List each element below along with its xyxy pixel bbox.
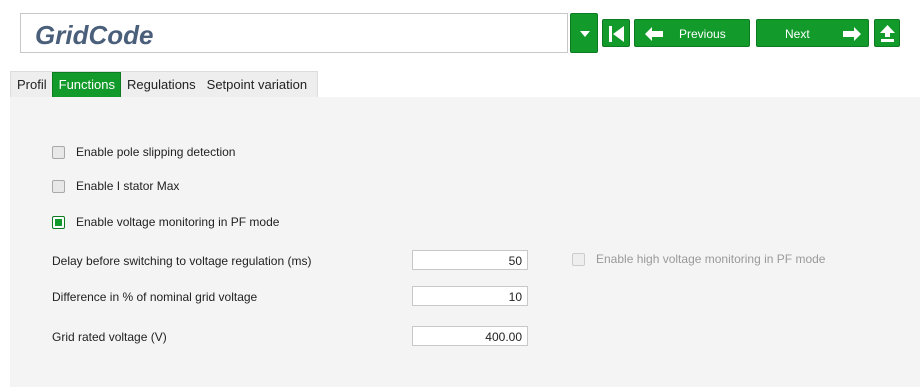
tab-group: Profil Functions Regulations Setpoint va… <box>10 71 319 98</box>
delay-input[interactable]: 50 <box>412 250 528 270</box>
arrow-left-icon <box>645 27 663 41</box>
i-stator-max-row[interactable]: Enable I stator Max <box>52 179 179 193</box>
high-voltage-monitoring-checkbox <box>572 252 585 266</box>
voltage-monitoring-row[interactable]: Enable voltage monitoring in PF mode <box>52 215 279 229</box>
difference-input[interactable]: 10 <box>412 286 528 306</box>
i-stator-max-label: Enable I stator Max <box>76 179 180 193</box>
dropdown-button[interactable] <box>570 13 598 53</box>
tab-regulations[interactable]: Regulations <box>121 72 201 98</box>
arrow-right-icon <box>843 27 861 41</box>
high-voltage-monitoring-row: Enable high voltage monitoring in PF mod… <box>572 252 825 266</box>
functions-panel: Enable pole slipping detection Enable I … <box>10 97 920 387</box>
voltage-monitoring-checkbox[interactable] <box>52 215 65 229</box>
delay-label: Delay before switching to voltage regula… <box>52 254 312 268</box>
tab-bar: Profil Functions Regulations Setpoint va… <box>10 71 319 98</box>
i-stator-max-checkbox[interactable] <box>52 179 65 193</box>
tab-functions[interactable]: Functions <box>51 72 121 98</box>
upload-icon <box>880 25 895 42</box>
rated-voltage-input[interactable]: 400.00 <box>412 326 528 346</box>
rated-voltage-label: Grid rated voltage (V) <box>52 330 167 344</box>
high-voltage-monitoring-label: Enable high voltage monitoring in PF mod… <box>596 252 826 266</box>
pole-slipping-checkbox[interactable] <box>52 145 65 159</box>
chevron-down-icon <box>580 31 590 37</box>
tab-setpoint-variation[interactable]: Setpoint variation <box>201 72 317 98</box>
pole-slipping-label: Enable pole slipping detection <box>76 145 236 159</box>
previous-label: Previous <box>679 27 726 41</box>
page-title: GridCode <box>35 20 154 50</box>
title-box: GridCode <box>20 13 568 53</box>
tab-profil[interactable]: Profil <box>11 72 52 98</box>
previous-button[interactable]: Previous <box>634 19 750 47</box>
next-label: Next <box>785 27 810 41</box>
voltage-monitoring-label: Enable voltage monitoring in PF mode <box>76 215 280 229</box>
difference-label: Difference in % of nominal grid voltage <box>52 290 258 304</box>
pole-slipping-row[interactable]: Enable pole slipping detection <box>52 145 235 159</box>
first-button[interactable] <box>602 19 630 47</box>
first-page-icon <box>609 26 624 42</box>
next-button[interactable]: Next <box>756 19 869 47</box>
upload-button[interactable] <box>874 19 900 47</box>
